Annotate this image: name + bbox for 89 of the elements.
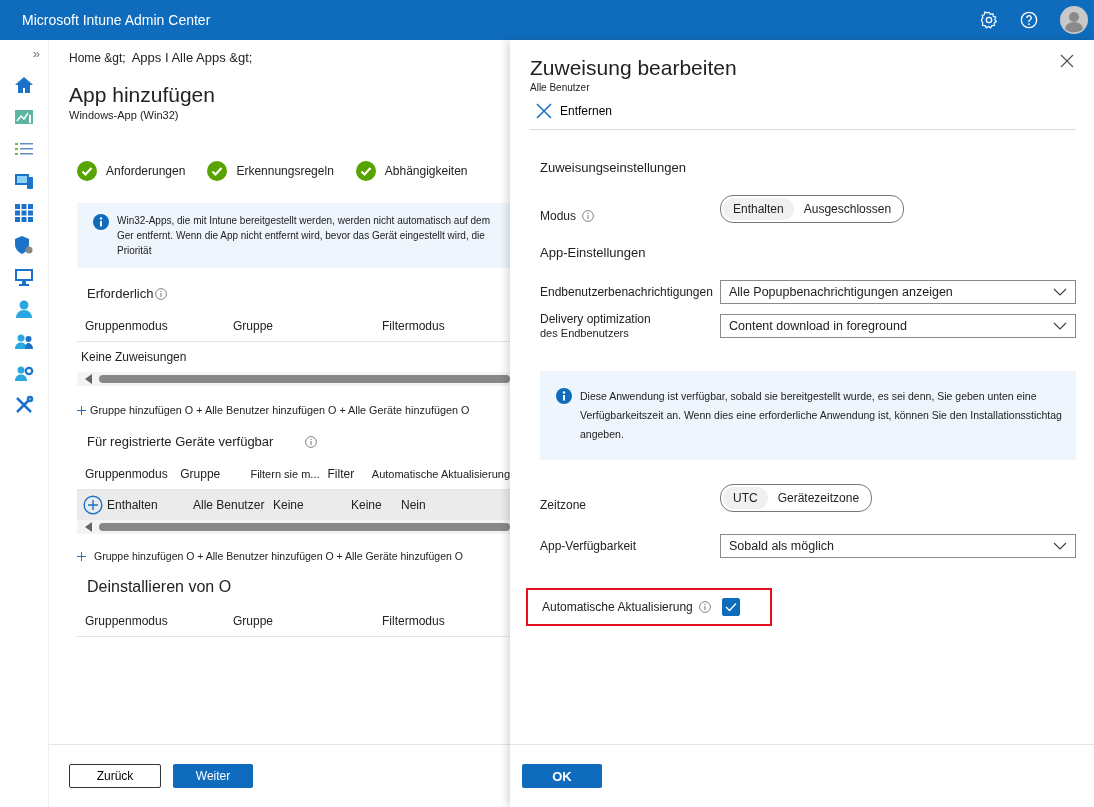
- table-cell-text: Keine: [272, 498, 305, 512]
- checkbox[interactable]: [722, 598, 740, 616]
- tools-icon[interactable]: [14, 395, 34, 415]
- avatar-icon[interactable]: [1060, 6, 1088, 34]
- monitor-icon[interactable]: [14, 267, 34, 287]
- field-label: Endbenutzerbenachrichtigungen: [540, 285, 713, 299]
- scroll-left-icon[interactable]: [85, 522, 93, 532]
- step-label[interactable]: Erkennungsregeln: [236, 164, 334, 178]
- dropdown[interactable]: Alle Popupbenachrichtigungen anzeigen: [720, 280, 1076, 304]
- scroll-left-icon[interactable]: [85, 374, 93, 384]
- panel-title: Zuweisung bearbeiten: [530, 56, 737, 80]
- user-icon[interactable]: [14, 299, 34, 319]
- column-header: Gruppe: [232, 319, 275, 333]
- dropdown[interactable]: Sobald als möglich: [720, 534, 1076, 558]
- field-label: Zeitzone: [540, 498, 587, 512]
- column-header: Gruppenmodus: [84, 467, 169, 481]
- column-header: Filtern sie m...: [249, 468, 320, 480]
- info-icon: [93, 214, 109, 230]
- chevron-down-icon: [1053, 288, 1067, 296]
- devices-icon[interactable]: [14, 171, 34, 191]
- chevron-down-icon: [1053, 542, 1067, 550]
- back-button[interactable]: Zurück: [69, 764, 161, 788]
- chart-icon[interactable]: [14, 107, 34, 127]
- close-icon: [536, 103, 552, 119]
- table-row[interactable]: Enthalten Alle Benutzer Keine Keine Nein: [77, 490, 510, 520]
- info-icon[interactable]: [698, 601, 711, 613]
- scrollbar[interactable]: [77, 372, 510, 386]
- settings-icon[interactable]: [980, 11, 998, 29]
- breadcrumb-link[interactable]: Apps I Alle Apps &gt;: [131, 50, 253, 65]
- help-icon[interactable]: [1020, 11, 1038, 29]
- column-header: Gruppe: [179, 467, 222, 481]
- section-title: Deinstallieren von O: [87, 578, 232, 596]
- column-header: Filtermodus: [381, 319, 445, 333]
- next-button[interactable]: Weiter: [173, 764, 253, 788]
- info-icon[interactable]: [582, 210, 595, 222]
- add-links[interactable]: Gruppe hinzufügen O + Alle Benutzer hinzufügen O + Alle Geräte hinzufügen O: [90, 404, 470, 416]
- toggle-option[interactable]: UTC: [723, 487, 768, 509]
- remove-button[interactable]: Entfernen: [536, 103, 613, 119]
- section-heading: Zuweisungseinstellungen: [540, 160, 687, 175]
- shield-icon[interactable]: [14, 235, 34, 255]
- info-text: Win32-Apps, die mit Intune bereitgestellt werden, werden nicht automatisch auf dem Ger entfernt. Wenn die App nicht entfernt wird, bevor das Gerät eingestellt wird, die Priorität: [117, 214, 491, 258]
- column-header: Gruppenmodus: [84, 614, 169, 628]
- home-icon[interactable]: [14, 75, 34, 95]
- step-label[interactable]: Anforderungen: [106, 164, 186, 178]
- field-label: des Endbenutzers: [540, 327, 629, 339]
- dropdown[interactable]: Content download in foreground: [720, 313, 1076, 338]
- info-icon: [556, 388, 572, 404]
- toggle-option[interactable]: Enthalten: [723, 198, 794, 220]
- empty-message: Keine Zuweisungen: [80, 350, 187, 364]
- breadcrumb-link[interactable]: Home &gt;: [69, 51, 126, 65]
- field-label: Delivery optimization: [540, 312, 651, 326]
- column-header: Filter: [326, 467, 356, 481]
- table-cell-text: Keine: [350, 498, 383, 512]
- info-icon[interactable]: [155, 287, 168, 300]
- info-icon[interactable]: [305, 435, 318, 448]
- scrollbar[interactable]: [77, 520, 510, 534]
- collapse-toggle[interactable]: »: [32, 46, 40, 61]
- column-header: Filtermodus: [381, 614, 445, 628]
- panel-subtitle: Alle Benutzer: [530, 82, 591, 93]
- step-label[interactable]: Abhängigkeiten: [384, 164, 468, 178]
- ok-button[interactable]: OK: [522, 764, 602, 788]
- column-header: Automatische Aktualisierung: [370, 468, 510, 480]
- section-title: Erforderlich: [87, 286, 154, 301]
- column-header: Gruppenmodus: [84, 319, 169, 333]
- section-heading: App-Einstellungen: [540, 245, 647, 260]
- scrollbar-thumb[interactable]: [99, 375, 510, 383]
- chevron-down-icon: [1053, 321, 1067, 330]
- app-title: Microsoft Intune Admin Center: [22, 12, 211, 28]
- toggle-option[interactable]: Gerätezeitzone: [767, 487, 870, 509]
- add-links[interactable]: Gruppe hinzufügen O + Alle Benutzer hinzufügen O + Alle Geräte hinzufügen O: [94, 550, 463, 562]
- table-cell-text: Enthalten: [106, 498, 159, 512]
- page-title: App hinzufügen: [69, 83, 216, 107]
- scrollbar-thumb[interactable]: [99, 523, 510, 531]
- plus-icon: [77, 551, 86, 561]
- add-circle-icon[interactable]: [83, 495, 103, 515]
- table-cell-text: Nein: [400, 498, 426, 512]
- apps-icon[interactable]: [14, 203, 34, 223]
- column-header: Gruppe: [232, 614, 275, 628]
- plus-icon: [77, 405, 86, 415]
- close-icon[interactable]: [1060, 54, 1074, 68]
- info-text: Diese Anwendung ist verfügbar, sobald sie bereitgestellt wurde, es sei denn, Sie geben unten eine Verfügbarkeitszeit an. Wenn dies eine erforderliche Anwendung ist, können Sie den Installationsstichtag angeben.: [580, 389, 1063, 442]
- toggle-option[interactable]: Ausgeschlossen: [793, 198, 902, 220]
- checkmark-icon: [725, 602, 737, 612]
- field-label: App-Verfügbarkeit: [540, 539, 637, 553]
- field-label: Modus: [540, 209, 577, 223]
- field-label: Automatische Aktualisierung: [542, 600, 693, 614]
- page-subtitle: Windows-App (Win32): [69, 109, 180, 121]
- table-cell-text: Alle Benutzer: [192, 498, 265, 512]
- section-title: Für registrierte Geräte verfügbar: [87, 434, 274, 449]
